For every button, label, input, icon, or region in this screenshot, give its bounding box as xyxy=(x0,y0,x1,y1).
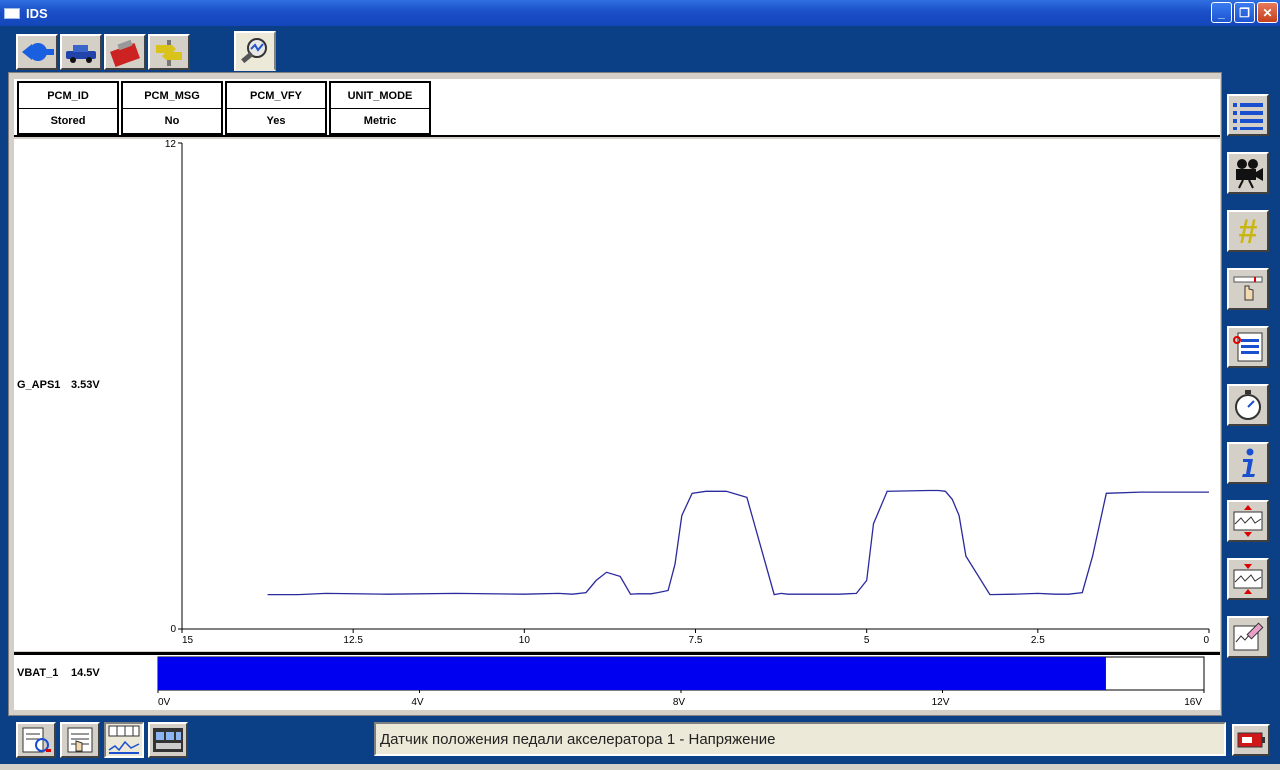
filmstrip-icon xyxy=(153,728,183,752)
pid-value: Metric xyxy=(363,115,397,127)
x-tick-label: 15 xyxy=(182,635,194,646)
signpost-button[interactable] xyxy=(148,34,190,70)
bar-fill xyxy=(158,657,1106,690)
y-tick-label: 12 xyxy=(165,139,177,150)
vehicle-button[interactable] xyxy=(60,34,102,70)
datalogger-icon xyxy=(241,38,267,64)
x-tick-label: 12.5 xyxy=(343,635,363,646)
battery-icon xyxy=(1237,732,1265,748)
bar-tick-label: 8V xyxy=(673,697,686,708)
right-toolbar: # xyxy=(1224,86,1276,666)
pid-label: PCM_VFY xyxy=(227,83,325,109)
pid-value: Yes xyxy=(266,115,286,127)
graph-view-button[interactable] xyxy=(104,722,144,758)
graph-expand-button[interactable] xyxy=(1227,500,1269,542)
title-bar: IDS _ ❐ ✕ xyxy=(0,0,1280,26)
bottom-bar: Датчик положения педали акселератора 1 -… xyxy=(0,716,1280,770)
connect-icon xyxy=(22,43,54,61)
datalogger-tab[interactable] xyxy=(234,31,276,71)
x-tick-label: 10 xyxy=(519,635,531,646)
pid-list-icon xyxy=(67,727,93,753)
trigger-icon xyxy=(1233,276,1263,301)
bar-gauge: 0V 4V 8V 12V 16V xyxy=(157,656,1205,708)
graph-edit-icon xyxy=(1233,622,1264,651)
graph-area[interactable]: G_APS1 3.53V 0 12 15 12.5 10 7.5 5 2.5 0 xyxy=(14,139,1220,651)
vehicle-icon xyxy=(66,45,96,63)
pid-box[interactable]: PCM_VFY Yes xyxy=(225,81,327,135)
list-icon xyxy=(1233,103,1263,130)
pid-description-field: Датчик положения педали акселератора 1 -… xyxy=(374,722,1226,756)
pid-select-button[interactable] xyxy=(16,722,56,758)
bar-tick-label: 0V xyxy=(158,697,171,708)
pid-list-button[interactable] xyxy=(1227,94,1269,136)
bar-gauge-area[interactable]: VBAT_1 14.5V 0V 4V 8V 12V 16V xyxy=(14,652,1220,710)
timer-button[interactable] xyxy=(1227,384,1269,426)
window-controls: _ ❐ ✕ xyxy=(1211,2,1278,23)
info-button[interactable] xyxy=(1227,442,1269,484)
y-tick-label: 0 xyxy=(170,624,176,635)
graph-collapse-icon xyxy=(1233,564,1263,594)
x-tick-label: 5 xyxy=(864,635,870,646)
datalogger-panel: PCM_ID Stored PCM_MSG No PCM_VFY Yes UNI… xyxy=(8,72,1222,716)
pid-label: PCM_ID xyxy=(19,83,117,109)
toolbox-icon xyxy=(110,39,140,67)
toolbox-button[interactable] xyxy=(104,34,146,70)
playback-icon xyxy=(1233,332,1263,362)
pid-select-icon xyxy=(22,727,51,753)
x-tick-label: 2.5 xyxy=(1031,635,1045,646)
signpost-icon xyxy=(156,40,182,66)
series-line-g-aps1 xyxy=(267,489,1209,596)
graph-expand-icon xyxy=(1233,505,1263,537)
graph-collapse-button[interactable] xyxy=(1227,558,1269,600)
record-button[interactable] xyxy=(1227,152,1269,194)
hash-button[interactable]: # xyxy=(1227,210,1269,252)
pid-list-view-button[interactable] xyxy=(60,722,100,758)
pid-box[interactable]: PCM_ID Stored xyxy=(17,81,119,135)
playback-button[interactable] xyxy=(1227,326,1269,368)
svg-text:#: # xyxy=(1239,214,1258,248)
graph-view-icon xyxy=(108,725,140,754)
pid-header: PCM_ID Stored PCM_MSG No PCM_VFY Yes UNI… xyxy=(14,79,1220,137)
top-toolbar xyxy=(0,26,1280,72)
window-title: IDS xyxy=(26,5,48,21)
pid-box[interactable]: UNIT_MODE Metric xyxy=(329,81,431,135)
info-icon xyxy=(1242,448,1255,477)
hash-icon: # xyxy=(1239,214,1258,248)
pid-value: No xyxy=(164,115,180,127)
line-chart: 0 12 15 12.5 10 7.5 5 2.5 0 xyxy=(165,139,1210,646)
pid-label: PCM_MSG xyxy=(123,83,221,109)
graph-edit-button[interactable] xyxy=(1227,616,1269,658)
camera-icon xyxy=(1236,159,1263,189)
app-icon xyxy=(4,7,20,19)
minimize-button[interactable]: _ xyxy=(1211,2,1232,23)
x-tick-label: 7.5 xyxy=(689,635,703,646)
close-button[interactable]: ✕ xyxy=(1257,2,1278,23)
pid-label: UNIT_MODE xyxy=(331,83,429,109)
bottom-strip xyxy=(0,764,1280,770)
bar-tick-label: 16V xyxy=(1184,697,1202,708)
connect-button[interactable] xyxy=(16,34,58,70)
stopwatch-icon xyxy=(1235,390,1261,420)
filmstrip-button[interactable] xyxy=(148,722,188,758)
bar-tick-label: 12V xyxy=(932,697,950,708)
maximize-button[interactable]: ❐ xyxy=(1234,2,1255,23)
trigger-button[interactable] xyxy=(1227,268,1269,310)
battery-status-button[interactable] xyxy=(1232,724,1270,756)
pid-value: Stored xyxy=(50,115,86,127)
x-tick-label: 0 xyxy=(1203,635,1209,646)
bar-tick-label: 4V xyxy=(411,697,424,708)
pid-box[interactable]: PCM_MSG No xyxy=(121,81,223,135)
